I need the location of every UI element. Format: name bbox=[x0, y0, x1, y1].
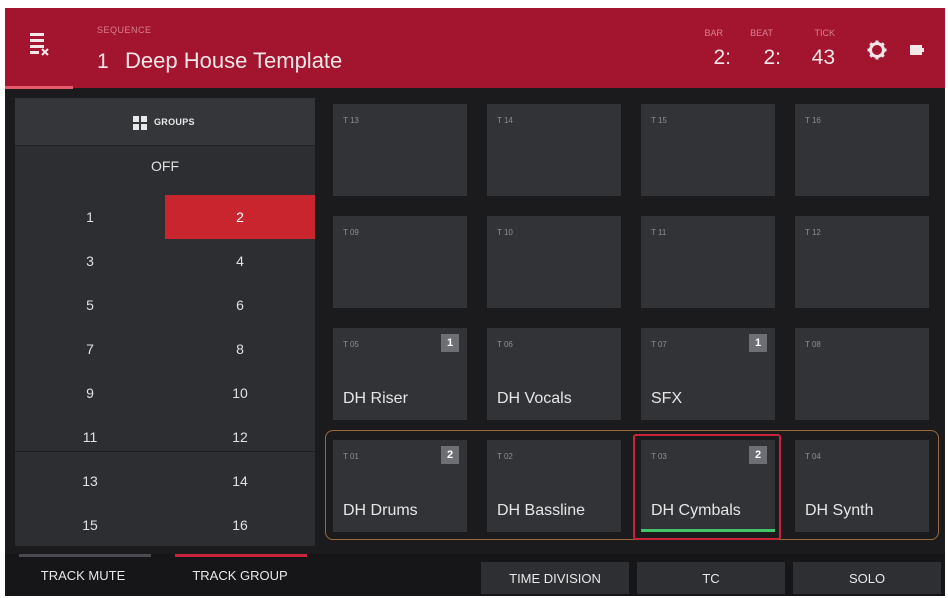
track-mute-screen: SEQUENCE 1 Deep House Template BAR 2: BE… bbox=[5, 8, 945, 596]
track-pad-id: T 05 bbox=[343, 340, 359, 349]
track-pad-13[interactable]: T 13 bbox=[333, 104, 467, 196]
group-option-13[interactable]: 13 bbox=[15, 459, 165, 503]
group-option-8[interactable]: 8 bbox=[165, 327, 315, 371]
track-pad-id: T 13 bbox=[343, 116, 359, 125]
track-pad-name: DH Vocals bbox=[497, 390, 572, 407]
track-pad-16[interactable]: T 16 bbox=[795, 104, 929, 196]
group-off-option[interactable]: OFF bbox=[15, 158, 315, 174]
bottom-bar: TRACK MUTE TRACK GROUP TIME DIVISION TC … bbox=[5, 554, 945, 596]
group-badge: 1 bbox=[749, 334, 767, 352]
group-option-12[interactable]: 12 bbox=[165, 415, 315, 459]
group-option-10[interactable]: 10 bbox=[165, 371, 315, 415]
sequence-label: SEQUENCE bbox=[97, 25, 152, 35]
track-pad-15[interactable]: T 15 bbox=[641, 104, 775, 196]
track-pad-name: DH Drums bbox=[343, 502, 418, 519]
group-option-16[interactable]: 16 bbox=[165, 503, 315, 547]
tc-button[interactable]: TC bbox=[637, 562, 785, 594]
group-option-11[interactable]: 11 bbox=[15, 415, 165, 459]
group-option-14[interactable]: 14 bbox=[165, 459, 315, 503]
time-division-button[interactable]: TIME DIVISION bbox=[481, 562, 629, 594]
group-option-7[interactable]: 7 bbox=[15, 327, 165, 371]
track-pad-id: T 14 bbox=[497, 116, 513, 125]
track-pad-name: SFX bbox=[651, 390, 683, 407]
group-badge: 2 bbox=[441, 446, 459, 464]
track-pad-03[interactable]: T 03 2 DH Cymbals bbox=[641, 440, 775, 532]
groups-panel: GROUPS OFF 1 2 3 4 5 6 7 8 9 10 11 12 13… bbox=[15, 98, 315, 546]
battery-icon bbox=[910, 45, 924, 55]
group-option-1[interactable]: 1 bbox=[15, 195, 165, 239]
group-option-15[interactable]: 15 bbox=[15, 503, 165, 547]
bar-label: BAR bbox=[704, 28, 723, 38]
sequence-number[interactable]: 1 bbox=[97, 50, 109, 74]
group-option-6[interactable]: 6 bbox=[165, 283, 315, 327]
group-badge: 2 bbox=[749, 446, 767, 464]
track-group-tab[interactable]: TRACK GROUP bbox=[165, 554, 315, 596]
track-pad-id: T 02 bbox=[497, 452, 513, 461]
track-pad-name: DH Bassline bbox=[497, 502, 586, 519]
track-pad-id: T 16 bbox=[805, 116, 821, 125]
beat-label: BEAT bbox=[750, 28, 773, 38]
track-pad-id: T 10 bbox=[497, 228, 513, 237]
group-badge: 1 bbox=[441, 334, 459, 352]
track-pad-id: T 06 bbox=[497, 340, 513, 349]
track-pad-id: T 03 bbox=[651, 452, 667, 461]
track-pad-01[interactable]: T 01 2 DH Drums bbox=[333, 440, 467, 532]
track-pad-id: T 01 bbox=[343, 452, 359, 461]
track-pad-02[interactable]: T 02 DH Bassline bbox=[487, 440, 621, 532]
track-pad-07[interactable]: T 07 1 SFX bbox=[641, 328, 775, 420]
track-pad-09[interactable]: T 09 bbox=[333, 216, 467, 308]
groups-header[interactable]: GROUPS bbox=[15, 98, 315, 146]
playing-indicator bbox=[641, 529, 775, 532]
track-pad-id: T 09 bbox=[343, 228, 359, 237]
track-mute-tab[interactable]: TRACK MUTE bbox=[9, 554, 157, 596]
track-pad-12[interactable]: T 12 bbox=[795, 216, 929, 308]
track-pad-08[interactable]: T 08 bbox=[795, 328, 929, 420]
beat-value[interactable]: 2: bbox=[737, 46, 781, 70]
sequence-list-icon[interactable] bbox=[29, 32, 51, 56]
track-pad-11[interactable]: T 11 bbox=[641, 216, 775, 308]
group-option-9[interactable]: 9 bbox=[15, 371, 165, 415]
groups-icon bbox=[133, 116, 147, 130]
track-pad-14[interactable]: T 14 bbox=[487, 104, 621, 196]
groups-divider bbox=[15, 451, 315, 452]
header-bar: SEQUENCE 1 Deep House Template BAR 2: BE… bbox=[5, 8, 945, 89]
group-option-2[interactable]: 2 bbox=[165, 195, 315, 239]
group-option-4[interactable]: 4 bbox=[165, 239, 315, 283]
track-pad-name: DH Cymbals bbox=[651, 502, 741, 519]
track-pad-05[interactable]: T 05 1 DH Riser bbox=[333, 328, 467, 420]
solo-button[interactable]: SOLO bbox=[793, 562, 941, 594]
tick-label: TICK bbox=[814, 28, 835, 38]
sequence-name[interactable]: Deep House Template bbox=[125, 48, 342, 74]
track-pad-10[interactable]: T 10 bbox=[487, 216, 621, 308]
group-option-3[interactable]: 3 bbox=[15, 239, 165, 283]
track-pad-name: DH Synth bbox=[805, 502, 874, 519]
track-pad-id: T 12 bbox=[805, 228, 821, 237]
tick-value[interactable]: 43 bbox=[791, 46, 835, 70]
gear-icon[interactable] bbox=[867, 40, 887, 60]
track-pad-id: T 07 bbox=[651, 340, 667, 349]
track-pad-id: T 15 bbox=[651, 116, 667, 125]
header-tab-indicator bbox=[5, 86, 73, 89]
track-pad-id: T 08 bbox=[805, 340, 821, 349]
track-pad-name: DH Riser bbox=[343, 390, 408, 407]
track-pad-06[interactable]: T 06 DH Vocals bbox=[487, 328, 621, 420]
bar-value[interactable]: 2: bbox=[687, 46, 731, 70]
groups-title: GROUPS bbox=[154, 117, 195, 127]
track-pad-id: T 11 bbox=[651, 228, 667, 237]
track-pad-id: T 04 bbox=[805, 452, 821, 461]
group-option-5[interactable]: 5 bbox=[15, 283, 165, 327]
track-pad-04[interactable]: T 04 DH Synth bbox=[795, 440, 929, 532]
